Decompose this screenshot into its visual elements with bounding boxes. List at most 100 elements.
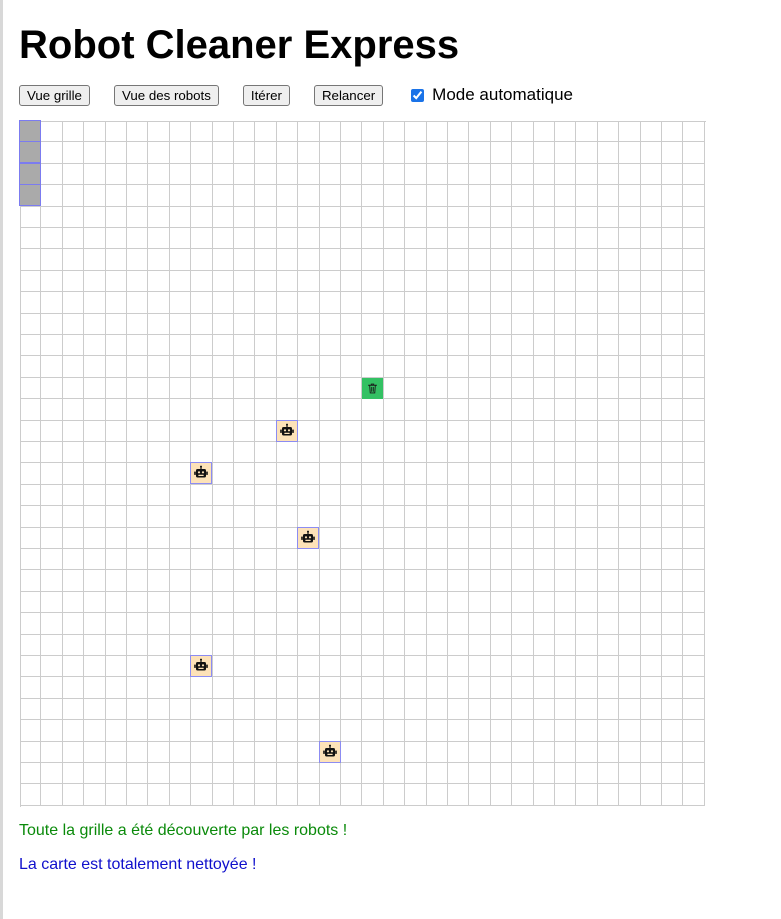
grid-cell [127, 335, 148, 356]
grid-cell [127, 784, 148, 806]
grid-cell [619, 378, 641, 399]
robots-view-button[interactable]: Vue des robots [113, 84, 219, 106]
grid-cell [234, 228, 255, 249]
grid-cell [555, 207, 576, 228]
grid-cell [662, 335, 683, 356]
auto-mode-checkbox[interactable] [411, 88, 425, 102]
grid-cell [469, 699, 491, 720]
grid-cell [662, 677, 683, 699]
grid-cell [148, 292, 170, 314]
grid-cell [619, 356, 641, 378]
grid-cell [320, 292, 341, 314]
grid-cell [213, 742, 234, 763]
grid-cell [127, 570, 148, 592]
grid-cell [20, 677, 41, 699]
grid-cell [106, 485, 127, 506]
grid-cell [534, 485, 555, 506]
robot-cell[interactable] [297, 527, 319, 549]
grid-cell [148, 185, 170, 207]
grid-cell [41, 292, 63, 314]
restart-button[interactable]: Relancer [313, 84, 384, 106]
grid-cell [170, 784, 191, 806]
grid-cell [469, 185, 491, 207]
grid-cell [683, 442, 705, 463]
grid-cell [320, 592, 341, 613]
grid-cell [491, 378, 512, 399]
grid-cell [448, 720, 469, 742]
grid-cell [362, 720, 384, 742]
grid-cell [427, 570, 448, 592]
grid-cell [148, 506, 170, 528]
grid-cell [662, 442, 683, 463]
grid-cell [598, 485, 619, 506]
robot-cell[interactable] [319, 741, 341, 763]
robot-cell[interactable] [190, 462, 212, 484]
grid-cell [598, 421, 619, 442]
grid-cell [555, 421, 576, 442]
iterate-button[interactable]: Itérer [242, 84, 290, 106]
grid-cell [148, 356, 170, 378]
grid-cell [662, 506, 683, 528]
grid-cell [362, 314, 384, 335]
grid-cell [341, 207, 362, 228]
grid-cell [405, 656, 427, 677]
grid-cell [384, 635, 405, 656]
grid-cell [427, 463, 448, 485]
grid-cell [170, 485, 191, 506]
grid-cell [598, 549, 619, 570]
grid-cell [662, 142, 683, 164]
robot-cell[interactable] [190, 655, 212, 677]
grid-cell [598, 677, 619, 699]
grid-cell [641, 656, 662, 677]
grid-cell [683, 399, 705, 421]
grid-cell [277, 677, 298, 699]
robot-icon [279, 423, 295, 439]
grid-cell [63, 378, 84, 399]
grid-cell [683, 271, 705, 292]
grid-cell [598, 185, 619, 207]
grid-cell [106, 463, 127, 485]
grid-cell [512, 271, 534, 292]
grid-cell [170, 249, 191, 271]
grid-cell [320, 335, 341, 356]
grid-cell [298, 485, 320, 506]
grid-cell [448, 549, 469, 570]
grid-cell [41, 249, 63, 271]
grid-cell [448, 249, 469, 271]
grid-cell [512, 635, 534, 656]
grid-cell [362, 249, 384, 271]
grid-cell [555, 763, 576, 784]
grid-cell [576, 763, 598, 784]
grid-cell [362, 399, 384, 421]
grid-cell [427, 164, 448, 185]
grid-cell [213, 720, 234, 742]
auto-mode-toggle[interactable]: Mode automatique [411, 85, 573, 105]
grid-cell [576, 378, 598, 399]
grid-cell [127, 185, 148, 207]
grid-cell [320, 121, 341, 142]
grid-cell [512, 570, 534, 592]
grid-cell [84, 720, 106, 742]
grid-cell [298, 399, 320, 421]
grid-cell [405, 378, 427, 399]
grid-cell [491, 228, 512, 249]
marked-cell [19, 141, 41, 163]
grid-cell [41, 549, 63, 570]
grid-cell [20, 335, 41, 356]
grid-cell [598, 378, 619, 399]
robot-cell[interactable] [276, 420, 298, 442]
grid-cell [106, 784, 127, 806]
grid-cell [234, 335, 255, 356]
grid-cell [534, 570, 555, 592]
grid-cell [191, 699, 213, 720]
grid-cell [405, 271, 427, 292]
grid-cell [662, 592, 683, 613]
grid-cell [234, 570, 255, 592]
grid-cell [127, 421, 148, 442]
grid-cell [277, 356, 298, 378]
grid-cell [555, 121, 576, 142]
grid-view-button[interactable]: Vue grille [19, 84, 90, 106]
grid-cell [555, 399, 576, 421]
grid-cell [619, 592, 641, 613]
grid-cell [448, 528, 469, 549]
